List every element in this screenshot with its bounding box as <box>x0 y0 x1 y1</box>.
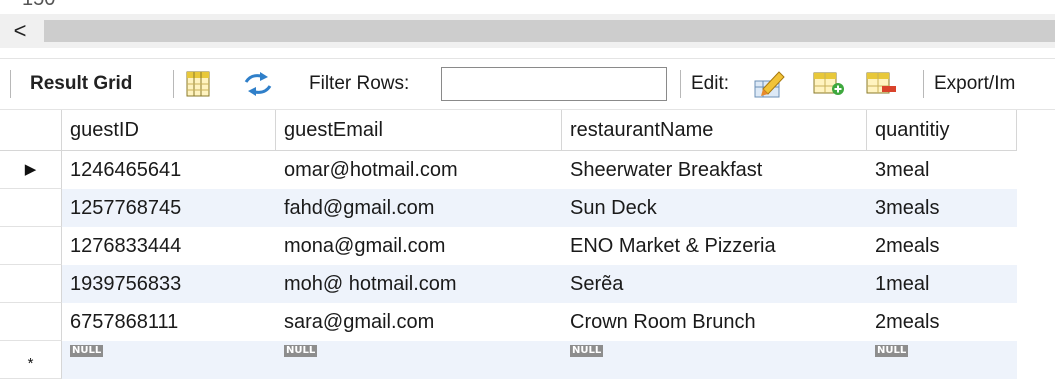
cell-quantitiy[interactable]: 1meal <box>867 265 1017 303</box>
cell-guestid[interactable]: 1257768745 <box>62 189 276 227</box>
cell-guestemail[interactable]: mona@gmail.com <box>276 227 562 265</box>
cell-restaurantname-null[interactable]: NULL <box>562 341 867 379</box>
grid-header-row: guestID guestEmail restaurantName quanti… <box>0 110 1055 151</box>
table-row[interactable]: 1939756833 moh@ hotmail.com Serẽa 1meal <box>0 265 1055 303</box>
table-row[interactable]: 6757868111 sara@gmail.com Crown Room Bru… <box>0 303 1055 341</box>
table-row[interactable]: 1257768745 fahd@gmail.com Sun Deck 3meal… <box>0 189 1055 227</box>
row-marker <box>0 265 62 303</box>
cell-guestemail[interactable]: sara@gmail.com <box>276 303 562 341</box>
cell-quantitiy[interactable]: 2meals <box>867 227 1017 265</box>
cell-guestemail[interactable]: moh@ hotmail.com <box>276 265 562 303</box>
delete-row-icon[interactable] <box>866 59 898 109</box>
cell-guestid-null[interactable]: NULL <box>62 341 276 379</box>
export-import-button[interactable]: Export/Im <box>934 59 1015 109</box>
new-row-asterisk-icon: * <box>0 341 62 379</box>
cell-guestemail[interactable]: fahd@gmail.com <box>276 189 562 227</box>
cell-restaurantname[interactable]: Serẽa <box>562 265 867 303</box>
cell-guestid[interactable]: 1276833444 <box>62 227 276 265</box>
cell-quantitiy[interactable]: 3meal <box>867 151 1017 189</box>
cell-quantitiy[interactable]: 3meals <box>867 189 1017 227</box>
grid-layout-icon[interactable] <box>186 59 210 109</box>
column-header-restaurantname[interactable]: restaurantName <box>562 110 867 151</box>
filter-rows-label: Filter Rows: <box>309 73 410 94</box>
result-grid-tab[interactable]: Result Grid <box>30 59 132 109</box>
cell-restaurantname[interactable]: Sun Deck <box>562 189 867 227</box>
row-marker <box>0 227 62 265</box>
row-marker-header <box>0 110 62 151</box>
null-badge: NULL <box>70 345 104 357</box>
column-header-guestid[interactable]: guestID <box>62 110 276 151</box>
row-pointer-icon: ▶ <box>0 151 62 189</box>
partial-top-text-area: 150 <box>0 0 1055 14</box>
column-header-quantitiy[interactable]: quantitiy <box>867 110 1017 151</box>
row-marker <box>0 303 62 341</box>
cell-guestid[interactable]: 6757868111 <box>62 303 276 341</box>
cell-quantitiy[interactable]: 2meals <box>867 303 1017 341</box>
cell-guestid[interactable]: 1246465641 <box>62 151 276 189</box>
toolbar-separator <box>680 70 681 98</box>
row-marker <box>0 189 62 227</box>
toolbar-separator <box>173 70 174 98</box>
new-row[interactable]: * NULL NULL NULL NULL <box>0 341 1055 379</box>
table-row[interactable]: ▶ 1246465641 omar@hotmail.com Sheerwater… <box>0 151 1055 189</box>
cell-quantitiy-null[interactable]: NULL <box>867 341 1017 379</box>
cell-guestemail[interactable]: omar@hotmail.com <box>276 151 562 189</box>
toolbar-separator <box>923 70 924 98</box>
cell-restaurantname[interactable]: Sheerwater Breakfast <box>562 151 867 189</box>
toolbar-separator <box>10 70 11 98</box>
null-badge: NULL <box>875 345 909 357</box>
refresh-icon[interactable] <box>243 59 273 109</box>
horizontal-scrollbar[interactable]: < <box>0 14 1055 48</box>
result-grid: guestID guestEmail restaurantName quanti… <box>0 110 1055 392</box>
result-toolbar: Result Grid Filter Rows: Edit: Export/Im <box>0 58 1055 110</box>
null-badge: NULL <box>570 345 604 357</box>
cell-guestid[interactable]: 1939756833 <box>62 265 276 303</box>
cell-restaurantname[interactable]: Crown Room Brunch <box>562 303 867 341</box>
partial-cut-text: 150 <box>22 0 55 11</box>
add-row-icon[interactable] <box>813 59 845 109</box>
filter-rows-input[interactable] <box>441 67 667 101</box>
edit-label: Edit: <box>691 73 730 94</box>
table-row[interactable]: 1276833444 mona@gmail.com ENO Market & P… <box>0 227 1055 265</box>
null-badge: NULL <box>284 345 318 357</box>
chevron-left-icon[interactable]: < <box>6 16 34 46</box>
cell-restaurantname[interactable]: ENO Market & Pizzeria <box>562 227 867 265</box>
column-header-guestemail[interactable]: guestEmail <box>276 110 562 151</box>
edit-cell-pencil-icon[interactable] <box>753 59 785 109</box>
cell-guestemail-null[interactable]: NULL <box>276 341 562 379</box>
scrollbar-track[interactable] <box>44 20 1055 42</box>
